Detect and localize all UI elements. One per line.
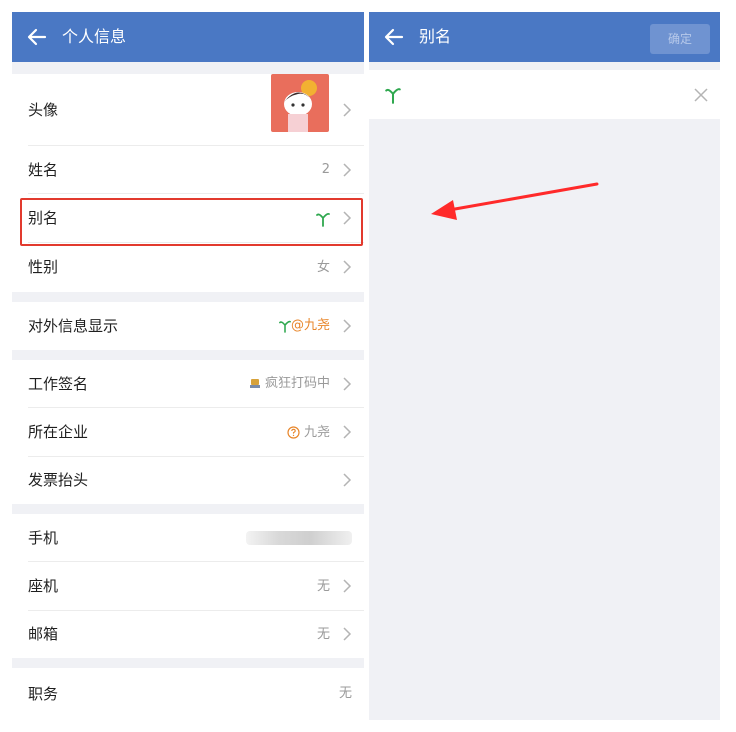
avatar-row[interactable]: 头像 (12, 74, 364, 146)
profile-header: 个人信息 (12, 12, 364, 62)
chevron-right-icon (343, 103, 352, 117)
gender-label: 性别 (28, 258, 59, 276)
avatar-label: 头像 (28, 101, 59, 119)
job-value: 无 (338, 686, 352, 701)
chevron-right-icon (343, 579, 352, 593)
alias-header: 别名 确定 (369, 12, 720, 62)
company-row[interactable]: 所在企业 九尧 (12, 408, 364, 457)
alias-highlight-box (20, 198, 363, 246)
signature-value: 疯狂打码中 (249, 360, 330, 408)
external-info-value: @九尧 (279, 302, 330, 350)
annotation-arrow (431, 182, 599, 220)
back-arrow-icon[interactable] (383, 24, 405, 50)
avatar (271, 74, 329, 132)
alias-input[interactable] (369, 70, 720, 119)
alias-panel: 别名 确定 (369, 12, 720, 720)
signature-text: 疯狂打码中 (264, 376, 330, 391)
chevron-right-icon (343, 163, 352, 177)
question-circle-icon (287, 426, 300, 439)
gender-row[interactable]: 性别 女 (12, 243, 364, 292)
alias-title: 别名 (419, 27, 452, 46)
name-value: 2 (321, 162, 330, 177)
badge-icon (249, 378, 260, 388)
chevron-right-icon (343, 319, 352, 333)
invoice-label: 发票抬头 (28, 471, 89, 489)
invoice-row[interactable]: 发票抬头 (12, 457, 364, 504)
confirm-button[interactable]: 确定 (650, 24, 710, 54)
profile-title: 个人信息 (62, 27, 127, 46)
mobile-row[interactable]: 手机 (12, 514, 364, 562)
email-label: 邮箱 (28, 625, 59, 643)
mobile-value-blurred (246, 531, 352, 545)
external-info-row[interactable]: 对外信息显示 @九尧 (12, 302, 364, 350)
chevron-right-icon (343, 260, 352, 274)
name-label: 姓名 (28, 161, 59, 179)
landline-row[interactable]: 座机 无 (12, 562, 364, 611)
company-text: 九尧 (303, 425, 330, 440)
company-value: 九尧 (287, 408, 330, 457)
clear-icon[interactable] (694, 88, 708, 102)
name-row[interactable]: 姓名 2 (12, 146, 364, 194)
job-row[interactable]: 职务 无 (12, 668, 364, 720)
profile-panel: 个人信息 头像 姓名 2 别名 性别 女 对外信息显示 @九尧 工作签名 疯狂打… (12, 12, 364, 720)
email-value: 无 (316, 627, 330, 642)
chevron-right-icon (343, 425, 352, 439)
job-label: 职务 (28, 685, 59, 703)
mobile-label: 手机 (28, 529, 59, 547)
landline-label: 座机 (28, 577, 59, 595)
external-info-text: @九尧 (290, 318, 330, 333)
chevron-right-icon (343, 473, 352, 487)
sprout-icon (385, 88, 401, 104)
landline-value: 无 (316, 579, 330, 594)
signature-row[interactable]: 工作签名 疯狂打码中 (12, 360, 364, 408)
sprout-icon (279, 320, 291, 333)
email-row[interactable]: 邮箱 无 (12, 611, 364, 658)
back-arrow-icon[interactable] (26, 24, 48, 50)
company-label: 所在企业 (28, 423, 89, 441)
signature-label: 工作签名 (28, 375, 89, 393)
chevron-right-icon (343, 627, 352, 641)
chevron-right-icon (343, 377, 352, 391)
external-info-label: 对外信息显示 (28, 317, 119, 335)
gender-value: 女 (316, 260, 330, 275)
